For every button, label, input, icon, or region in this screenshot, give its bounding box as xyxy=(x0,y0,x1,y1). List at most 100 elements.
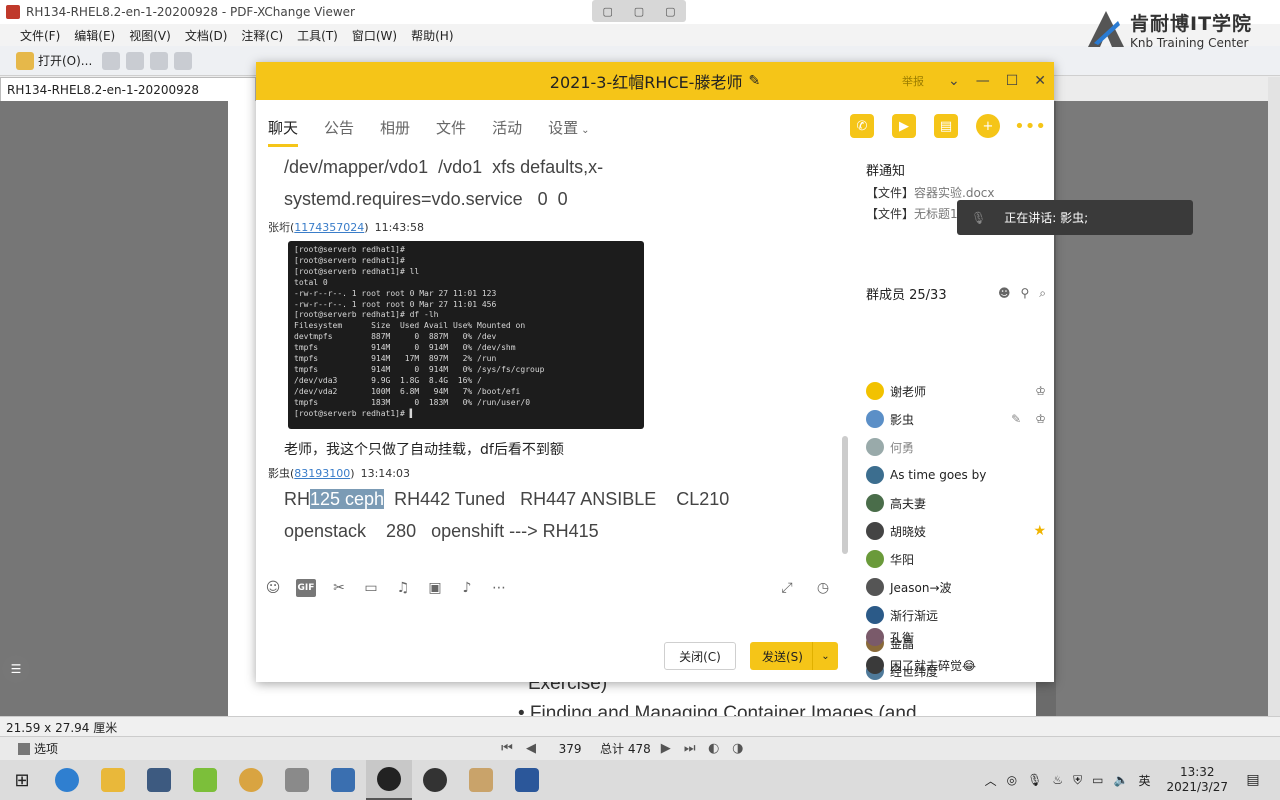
taskbar-app-qq[interactable] xyxy=(366,760,412,800)
member-item[interactable]: As time goes by xyxy=(866,464,1046,486)
bell-icon[interactable]: ♪ xyxy=(458,579,476,597)
member-item[interactable]: 胡晓妓 ★ xyxy=(866,520,1046,542)
edit-title-icon[interactable]: ✎ xyxy=(748,73,760,89)
folder-icon[interactable]: ▭ xyxy=(362,579,380,597)
member-item[interactable]: 高夫妻 xyxy=(866,492,1046,514)
close-button[interactable]: 关闭(C) xyxy=(664,642,736,670)
chevron-down-icon[interactable]: ⌄ xyxy=(812,642,838,670)
taskbar-app-snail[interactable] xyxy=(228,760,274,800)
prev-page-icon[interactable]: ◀ xyxy=(522,740,540,758)
report-link[interactable]: 举报 xyxy=(902,73,924,89)
taskbar-app-obs[interactable] xyxy=(412,760,458,800)
member-item[interactable]: 何勇 xyxy=(866,436,1046,458)
tab-chat[interactable]: 聊天 xyxy=(268,117,299,147)
ocr-icon[interactable] xyxy=(174,51,193,70)
edit-icon[interactable]: ✎ xyxy=(1011,412,1021,426)
tray-app-icon[interactable]: ♨ xyxy=(1052,773,1063,787)
maximize-icon[interactable]: ☐ xyxy=(1006,73,1019,89)
member-item[interactable]: 渐行渐远 xyxy=(866,604,1046,626)
taskbar-app-green[interactable] xyxy=(182,760,228,800)
menu-window[interactable]: 窗口(W) xyxy=(352,27,397,44)
member-item[interactable]: 影虫 ✎ ♔ xyxy=(866,408,1046,430)
menu-tools[interactable]: 工具(T) xyxy=(297,27,338,44)
more-icon[interactable]: ••• xyxy=(1014,114,1046,138)
tab-album[interactable]: 相册 xyxy=(380,117,410,138)
shield-icon[interactable]: ⛨ xyxy=(1073,773,1082,788)
minimize-icon[interactable]: — xyxy=(976,73,990,89)
image-icon[interactable]: ▣ xyxy=(426,579,444,597)
taskbar-app-media[interactable] xyxy=(136,760,182,800)
tab-announcement[interactable]: 公告 xyxy=(324,117,354,138)
mini-ctrl-icon[interactable]: ▢ xyxy=(602,5,612,18)
open-button[interactable]: 打开(O)... xyxy=(12,50,96,72)
taskbar-app-edge[interactable] xyxy=(44,760,90,800)
phone-icon[interactable]: ✆ xyxy=(850,114,874,138)
member-item[interactable]: Jeason→波 xyxy=(866,576,1046,598)
emoji-icon[interactable]: ☺ xyxy=(264,579,282,597)
save-icon[interactable] xyxy=(102,51,121,70)
dropdown-icon[interactable]: ⌄ xyxy=(948,73,960,89)
volume-icon[interactable]: 🔈 xyxy=(1114,773,1129,787)
taskbar-app-word[interactable] xyxy=(504,760,550,800)
pdf-document-tab[interactable]: RH134-RHEL8.2-en-1-20200928 xyxy=(0,77,256,101)
menu-file[interactable]: 文件(F) xyxy=(20,27,60,44)
sender-id-link[interactable]: 1174357024 xyxy=(294,221,364,234)
next-page-icon[interactable]: ▶ xyxy=(657,740,675,758)
tab-activity[interactable]: 活动 xyxy=(492,117,522,138)
scissors-icon[interactable]: ✂ xyxy=(330,579,348,597)
magnifier-button[interactable]: ☰ xyxy=(2,655,30,683)
back-icon[interactable]: ◐ xyxy=(705,740,723,758)
notification-icon[interactable]: ▤ xyxy=(1238,772,1268,788)
ime-indicator[interactable]: 英 xyxy=(1138,772,1150,789)
whiteboard-icon[interactable]: ▤ xyxy=(934,114,958,138)
notice-file-item[interactable]: 【文件】无标题1.d xyxy=(866,205,969,222)
headset-icon[interactable]: ♫ xyxy=(394,579,412,597)
menu-view[interactable]: 视图(V) xyxy=(129,27,171,44)
history-icon[interactable]: ◷ xyxy=(814,579,832,597)
network-icon[interactable]: ▭ xyxy=(1092,773,1103,787)
taskbar-app-photos[interactable] xyxy=(320,760,366,800)
windows-start-icon[interactable]: ⊞ xyxy=(0,770,44,791)
member-item[interactable]: 孔衡 xyxy=(866,626,1046,648)
forward-icon[interactable]: ◑ xyxy=(729,740,747,758)
expand-icon[interactable]: ⤢ xyxy=(778,579,796,597)
add-member-icon[interactable]: ⚲ xyxy=(1020,286,1029,301)
add-icon[interactable]: + xyxy=(976,114,1000,138)
current-page-field[interactable]: 379 xyxy=(546,742,594,756)
tab-settings[interactable]: 设置 ⌄ xyxy=(548,117,589,138)
tray-app-icon[interactable]: ◎ xyxy=(1007,773,1017,787)
taskbar-app-editor[interactable] xyxy=(274,760,320,800)
more-icon[interactable]: ⋯ xyxy=(490,579,508,597)
microphone-icon[interactable]: 🎙 xyxy=(1027,773,1042,787)
taskbar-app-explorer[interactable] xyxy=(90,760,136,800)
print-icon[interactable] xyxy=(126,51,145,70)
member-item[interactable]: 谢老师 ♔ xyxy=(866,380,1046,402)
last-page-icon[interactable]: ⏭ xyxy=(681,740,699,758)
invite-icon[interactable]: ☻ xyxy=(998,286,1011,301)
video-icon[interactable]: ▶ xyxy=(892,114,916,138)
member-item[interactable]: 华阳 xyxy=(866,548,1046,570)
first-page-icon[interactable]: ⏮ xyxy=(498,740,516,758)
menu-edit[interactable]: 编辑(E) xyxy=(74,27,115,44)
mini-ctrl-icon[interactable]: ▢ xyxy=(634,5,644,18)
gif-icon[interactable]: GIF xyxy=(296,579,316,597)
close-icon[interactable]: ✕ xyxy=(1034,73,1046,89)
floating-control-box[interactable]: ▢ ▢ ▢ xyxy=(592,0,686,22)
pdf-vertical-scrollbar[interactable] xyxy=(1268,77,1280,717)
chevron-up-icon[interactable]: ︿ xyxy=(985,772,997,789)
scan-icon[interactable] xyxy=(150,51,169,70)
sender-id-link[interactable]: 83193100 xyxy=(294,467,350,480)
menu-help[interactable]: 帮助(H) xyxy=(411,27,453,44)
menu-document[interactable]: 文档(D) xyxy=(185,27,228,44)
search-icon[interactable]: ⌕ xyxy=(1039,286,1046,301)
taskbar-app-paint[interactable] xyxy=(458,760,504,800)
member-item[interactable]: 困了就去碎觉😂 xyxy=(866,654,1046,676)
terminal-screenshot-image[interactable]: [root@serverb redhat1]# [root@serverb re… xyxy=(288,241,644,429)
menu-comment[interactable]: 注释(C) xyxy=(241,27,283,44)
notice-file-item[interactable]: 【文件】容器实验.docx xyxy=(866,184,995,201)
clock[interactable]: 13:32 2021/3/27 xyxy=(1166,765,1228,795)
mini-ctrl-icon[interactable]: ▢ xyxy=(665,5,675,18)
send-button[interactable]: 发送(S) ⌄ xyxy=(750,642,838,670)
options-button[interactable]: 选项 xyxy=(18,740,58,757)
tab-files[interactable]: 文件 xyxy=(436,117,466,138)
